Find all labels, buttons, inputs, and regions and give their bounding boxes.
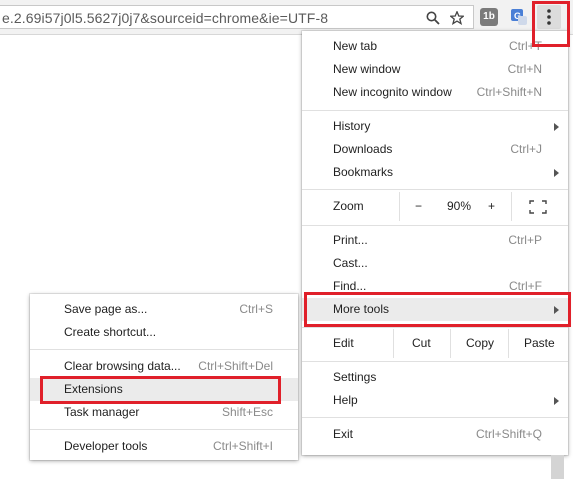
menu-divider bbox=[302, 361, 568, 362]
menu-item-zoom: Zoom − 90% + bbox=[302, 192, 568, 221]
chrome-main-menu: New tab Ctrl+T New window Ctrl+N New inc… bbox=[302, 31, 568, 455]
star-icon[interactable] bbox=[450, 11, 464, 25]
menu-divider bbox=[302, 225, 568, 226]
copy-button[interactable]: Copy bbox=[466, 329, 494, 358]
menu-item-print[interactable]: Print... Ctrl+P bbox=[302, 229, 568, 252]
submenu-item-clear-browsing-data[interactable]: Clear browsing data... Ctrl+Shift+Del bbox=[30, 355, 298, 378]
chevron-right-icon bbox=[554, 306, 559, 314]
menu-item-edit: Edit Cut Copy Paste bbox=[302, 329, 568, 358]
divider bbox=[508, 329, 509, 358]
menu-item-new-incognito-window[interactable]: New incognito window Ctrl+Shift+N bbox=[302, 81, 568, 104]
search-icon[interactable] bbox=[426, 11, 440, 25]
menu-divider bbox=[302, 327, 568, 328]
menu-item-new-window[interactable]: New window Ctrl+N bbox=[302, 58, 568, 81]
divider bbox=[393, 329, 394, 358]
scrollbar[interactable] bbox=[551, 455, 564, 479]
chevron-right-icon bbox=[554, 397, 559, 405]
menu-item-help[interactable]: Help bbox=[302, 389, 568, 412]
menu-divider bbox=[30, 349, 298, 350]
onetab-extension-icon[interactable]: 1b bbox=[480, 8, 498, 26]
browser-toolbar: e.2.69i57j0l5.5627j0j7&sourceid=chrome&i… bbox=[0, 0, 573, 35]
menu-divider bbox=[302, 110, 568, 111]
submenu-item-save-page[interactable]: Save page as... Ctrl+S bbox=[30, 298, 298, 321]
chevron-right-icon bbox=[554, 123, 559, 131]
divider bbox=[511, 192, 512, 221]
submenu-item-extensions[interactable]: Extensions bbox=[30, 378, 298, 401]
menu-divider bbox=[302, 189, 568, 190]
menu-item-settings[interactable]: Settings bbox=[302, 366, 568, 389]
menu-item-new-tab[interactable]: New tab Ctrl+T bbox=[302, 35, 568, 58]
menu-item-history[interactable]: History bbox=[302, 115, 568, 138]
submenu-item-create-shortcut[interactable]: Create shortcut... bbox=[30, 321, 298, 344]
menu-divider bbox=[30, 429, 298, 430]
menu-item-downloads[interactable]: Downloads Ctrl+J bbox=[302, 138, 568, 161]
omnibox-url[interactable]: e.2.69i57j0l5.5627j0j7&sourceid=chrome&i… bbox=[2, 10, 328, 26]
menu-item-find[interactable]: Find... Ctrl+F bbox=[302, 275, 568, 298]
more-vert-icon bbox=[547, 9, 551, 25]
cut-button[interactable]: Cut bbox=[412, 329, 431, 358]
chevron-right-icon bbox=[554, 169, 559, 177]
submenu-item-task-manager[interactable]: Task manager Shift+Esc bbox=[30, 401, 298, 424]
menu-item-cast[interactable]: Cast... bbox=[302, 252, 568, 275]
menu-divider bbox=[302, 417, 568, 418]
translate-extension-icon[interactable]: G bbox=[510, 8, 528, 26]
zoom-level: 90% bbox=[447, 199, 472, 213]
more-tools-submenu: Save page as... Ctrl+S Create shortcut..… bbox=[30, 294, 298, 460]
zoom-in-button[interactable]: + bbox=[488, 192, 495, 221]
menu-item-exit[interactable]: Exit Ctrl+Shift+Q bbox=[302, 423, 568, 446]
omnibox[interactable]: e.2.69i57j0l5.5627j0j7&sourceid=chrome&i… bbox=[0, 5, 474, 29]
fullscreen-icon[interactable] bbox=[529, 200, 547, 214]
onetab-text: 1b bbox=[483, 11, 495, 22]
submenu-item-developer-tools[interactable]: Developer tools Ctrl+Shift+I bbox=[30, 435, 298, 458]
menu-item-bookmarks[interactable]: Bookmarks bbox=[302, 161, 568, 184]
paste-button[interactable]: Paste bbox=[524, 329, 555, 358]
divider bbox=[399, 192, 400, 221]
zoom-out-button[interactable]: − bbox=[415, 192, 422, 221]
divider bbox=[450, 329, 451, 358]
chrome-menu-button[interactable] bbox=[537, 5, 561, 29]
menu-item-more-tools[interactable]: More tools bbox=[302, 298, 568, 321]
